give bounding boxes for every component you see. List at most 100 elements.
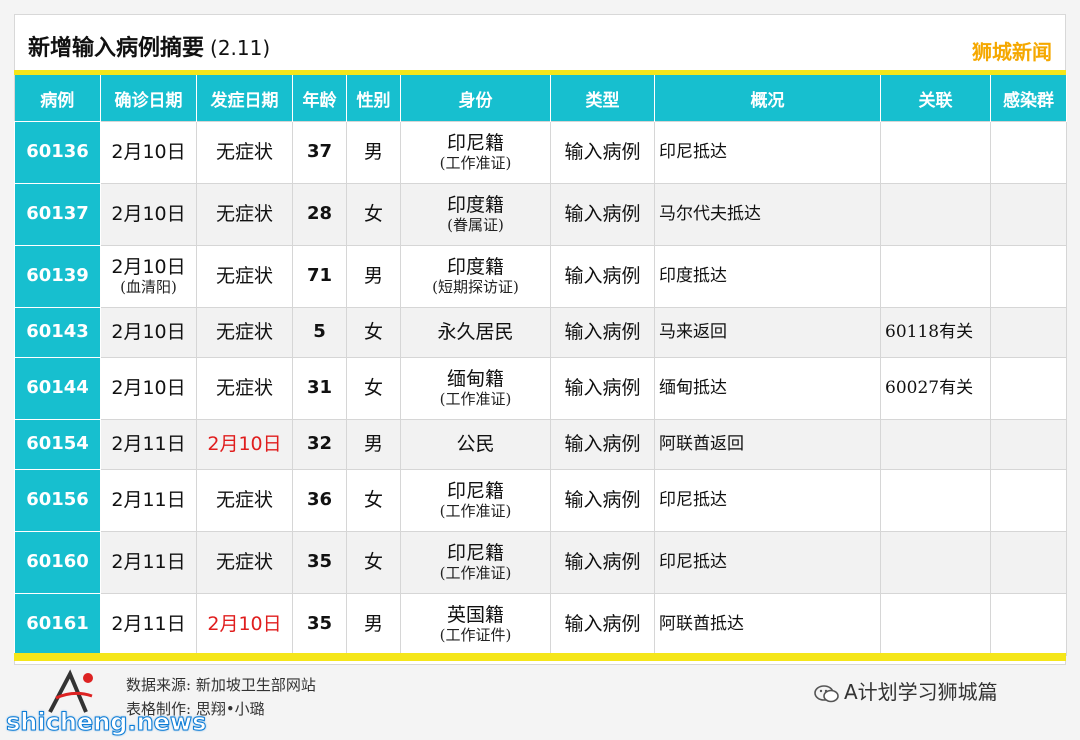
age: 28 [306,203,333,225]
link-cell: 60118有关 [880,307,991,358]
onset-date-cell: 2月10日 [196,419,293,470]
table-row: 60143 2月10日 无症状 5 女 永久居民 输入病例 马来返回 60118有关 [14,307,1067,358]
cluster-cell [990,419,1067,470]
type-cell: 输入病例 [550,357,655,420]
identity-cell: 印尼籍 (工作准证) [400,469,551,532]
onset-date-cell: 无症状 [196,307,293,358]
summary-cell: 印度抵达 [654,245,881,308]
onset-date: 无症状 [215,140,273,163]
case-type: 输入病例 [564,432,641,455]
sex-cell: 女 [346,469,401,532]
column-header: 性别 [346,75,401,122]
case-id: 60137 [26,203,89,225]
summary-cell: 缅甸抵达 [654,357,881,420]
age: 32 [306,433,333,455]
column-header: 年龄 [292,75,347,122]
case-type: 输入病例 [564,320,641,343]
age: 71 [306,265,333,287]
identity-note: (工作证件) [439,625,512,644]
title-bar: 新增输入病例摘要 (2.11) 狮城新闻 [14,14,1066,72]
wechat-icon [814,684,839,702]
summary: 马尔代夫抵达 [659,203,761,224]
cluster-cell [990,531,1067,594]
onset-date: 无症状 [215,488,273,511]
age-cell: 36 [292,469,347,532]
cluster-cell [990,245,1067,308]
age: 5 [313,321,326,343]
type-cell: 输入病例 [550,593,655,656]
case-type: 输入病例 [564,612,641,635]
cluster-cell [990,593,1067,656]
data-source-text: 数据来源: 新加坡卫生部网站 [126,676,316,694]
age-cell: 71 [292,245,347,308]
sex: 男 [363,612,383,635]
table-body: 60136 2月10日 无症状 37 男印尼籍 (工作准证) 输入病例 印尼抵达 60137 2月… [14,121,1067,656]
case-id: 60136 [26,141,89,163]
type-cell: 输入病例 [550,245,655,308]
page-title: 新增输入病例摘要 (2.11) [28,30,270,62]
link-cell [880,593,991,656]
sex: 男 [363,432,383,455]
type-cell: 输入病例 [550,419,655,470]
onset-date-cell: 无症状 [196,357,293,420]
type-cell: 输入病例 [550,121,655,184]
case-id-cell: 60139 [14,245,101,308]
cluster-cell [990,307,1067,358]
confirm-date-cell: 2月10日 [100,183,197,246]
sex: 女 [363,550,383,573]
case-id: 60160 [26,551,89,573]
sex: 女 [363,202,383,225]
type-cell: 输入病例 [550,469,655,532]
title-date: (2.11) [210,36,271,60]
column-header: 病例 [14,75,101,122]
confirm-note: (血清阳) [120,277,177,296]
identity: 永久居民 [437,320,514,343]
onset-date-cell: 无症状 [196,245,293,308]
sex-cell: 女 [346,531,401,594]
identity-cell: 英国籍 (工作证件) [400,593,551,656]
age: 35 [306,551,333,573]
confirm-date: 2月10日 [111,202,186,225]
case-type: 输入病例 [564,264,641,287]
type-cell: 输入病例 [550,307,655,358]
case-id-cell: 60160 [14,531,101,594]
confirm-date-cell: 2月11日 [100,531,197,594]
case-id-cell: 60137 [14,183,101,246]
case-id-cell: 60136 [14,121,101,184]
table-row: 60154 2月11日 2月10日 32 男 公民 输入病例 阿联酋返回 [14,419,1067,470]
table-row: 60144 2月10日 无症状 31 女缅甸籍 (工作准证) 输入病例 缅甸抵达 60027有关 [14,357,1067,420]
confirm-date: 2月10日 [111,376,186,399]
link-cell [880,245,991,308]
onset-date: 无症状 [215,264,273,287]
link-cell [880,469,991,532]
table-row: 60160 2月11日 无症状 35 女印尼籍 (工作准证) 输入病例 印尼抵达 [14,531,1067,594]
table-row: 60139 2月10日 (血清阳) 无症状 71 男印度籍 (短期探访证) 输入病例 印度抵达 [14,245,1067,308]
case-id: 60143 [26,321,89,343]
onset-date: 2月10日 [207,612,282,635]
column-header: 概况 [654,75,881,122]
column-header: 发症日期 [196,75,293,122]
link-cell [880,183,991,246]
identity-cell: 印度籍 (短期探访证) [400,245,551,308]
identity: 公民 [456,432,495,455]
summary-cell: 印尼抵达 [654,121,881,184]
sex-cell: 女 [346,357,401,420]
sex: 男 [363,140,383,163]
sex: 女 [363,320,383,343]
cluster-cell [990,183,1067,246]
identity: 印尼籍 [446,541,504,564]
cases-table: 病例 确诊日期 发症日期 年龄 性别 身份 类型 概况 关联 感染群 60136 2月10日 无症状 3… [14,75,1067,656]
cluster-cell [990,469,1067,532]
confirm-date-cell: 2月10日 [100,307,197,358]
age-cell: 28 [292,183,347,246]
sex-cell: 男 [346,593,401,656]
table-header-row: 病例 确诊日期 发症日期 年龄 性别 身份 类型 概况 关联 感染群 [14,75,1067,122]
sex-cell: 男 [346,121,401,184]
summary: 阿联酋抵达 [659,613,744,634]
identity-cell: 印度籍 (眷属证) [400,183,551,246]
sex: 男 [363,264,383,287]
case-id-cell: 60143 [14,307,101,358]
case-type: 输入病例 [564,550,641,573]
case-type: 输入病例 [564,140,641,163]
onset-date: 2月10日 [207,432,282,455]
